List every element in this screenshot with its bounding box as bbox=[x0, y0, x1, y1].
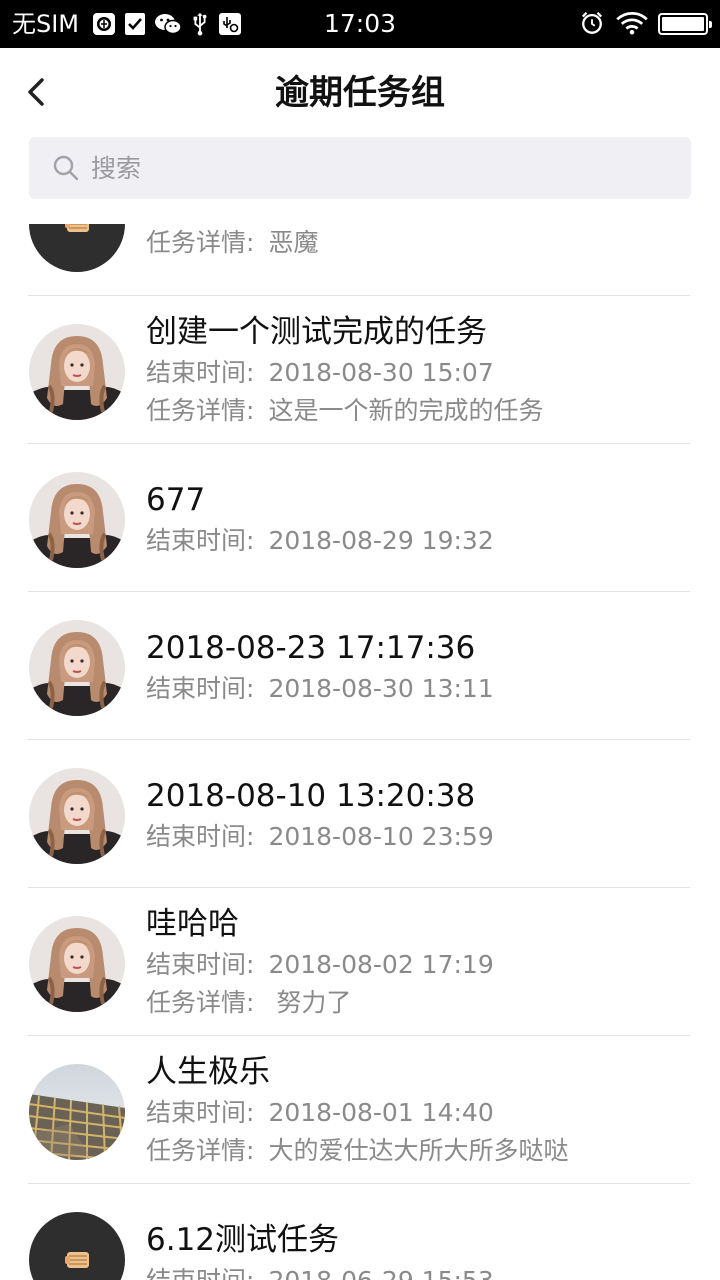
end-time-value: 2018-08-29 19:32 bbox=[268, 526, 494, 555]
detail-label: 任务详情: bbox=[146, 228, 255, 257]
task-end-time: 结束时间: 2018-06-29 15:53 bbox=[146, 1264, 494, 1280]
task-list-item[interactable]: 2018-08-23 17:17:36 结束时间: 2018-08-30 13:11 bbox=[0, 592, 720, 740]
page-title: 逾期任务组 bbox=[275, 73, 445, 113]
task-list-item[interactable]: 人生极乐结束时间: 2018-08-01 14:40 任务详情: 大的爱仕达大所大所多… bbox=[0, 1036, 720, 1184]
end-time-label: 结束时间: bbox=[146, 526, 255, 555]
avatar bbox=[29, 1064, 125, 1160]
task-title: 677 bbox=[146, 482, 206, 518]
avatar bbox=[29, 620, 125, 716]
avatar bbox=[29, 224, 125, 272]
avatar bbox=[29, 916, 125, 1012]
task-title: 2018-08-10 13:20:38 bbox=[146, 778, 476, 814]
alarm-icon bbox=[581, 12, 603, 34]
task-detail: 任务详情: 努力了 bbox=[146, 986, 351, 1020]
avatar bbox=[29, 768, 125, 864]
detail-label: 任务详情: bbox=[146, 396, 255, 425]
end-time-label: 结束时间: bbox=[146, 950, 255, 979]
avatar bbox=[29, 324, 125, 420]
task-list-item[interactable]: 2018-08-10 13:20:38 结束时间: 2018-08-10 23:59 bbox=[0, 740, 720, 888]
detail-label: 任务详情: bbox=[146, 1136, 255, 1165]
task-detail: 任务详情: 恶魔 bbox=[146, 226, 318, 260]
end-time-value: 2018-08-02 17:19 bbox=[268, 950, 494, 979]
task-end-time: 结束时间: 2018-08-02 17:19 bbox=[146, 948, 494, 982]
navigation-bar: 逾期任务组 bbox=[0, 48, 720, 136]
end-time-label: 结束时间: bbox=[146, 822, 255, 851]
battery-icon bbox=[658, 13, 712, 35]
clock-time: 17:03 bbox=[323, 9, 397, 38]
task-list-item[interactable]: 结束时间:2018-06-29 15:33任务详情:恶魔 bbox=[0, 224, 720, 296]
task-title: 人生极乐 bbox=[146, 1054, 270, 1090]
avatar bbox=[29, 472, 125, 568]
end-time-label: 结束时间: bbox=[146, 358, 255, 387]
task-detail: 任务详情: 这是一个新的完成的任务 bbox=[146, 394, 543, 428]
detail-value: 这是一个新的完成的任务 bbox=[268, 396, 544, 425]
detail-value: 恶魔 bbox=[268, 228, 319, 257]
end-time-value: 2018-06-29 15:53 bbox=[268, 1266, 493, 1280]
task-end-time: 结束时间: 2018-08-30 13:11 bbox=[146, 672, 494, 706]
detail-label: 任务详情: bbox=[146, 988, 255, 1017]
end-time-label: 结束时间: bbox=[146, 674, 255, 703]
task-end-time: 结束时间: 2018-08-30 15:07 bbox=[146, 356, 494, 390]
end-time-value: 2018-08-30 15:07 bbox=[268, 358, 494, 387]
task-detail: 任务详情: 大的爱仕达大所大所多哒哒 bbox=[146, 1134, 568, 1168]
end-time-value: 2018-08-30 13:11 bbox=[268, 674, 494, 703]
task-list-item[interactable]: 6.12测试任务结束时间: 2018-06-29 15:53 bbox=[0, 1184, 720, 1280]
task-title: 6.12测试任务 bbox=[146, 1222, 340, 1258]
search-bar[interactable] bbox=[29, 137, 691, 199]
task-end-time: 结束时间: 2018-08-01 14:40 bbox=[146, 1096, 494, 1130]
end-time-value: 2018-08-01 14:40 bbox=[268, 1098, 494, 1127]
status-bar: 无SIM 17:03 bbox=[0, 0, 720, 48]
detail-value: 努力了 bbox=[268, 988, 352, 1017]
task-list-item[interactable]: 677 结束时间: 2018-08-29 19:32 bbox=[0, 444, 720, 592]
search-input[interactable] bbox=[91, 145, 671, 191]
task-title: 哇哈哈 bbox=[146, 906, 239, 942]
task-list-item[interactable]: 创建一个测试完成的任务结束时间: 2018-08-30 15:07 任务详情: 这是一… bbox=[0, 296, 720, 444]
wifi-icon bbox=[616, 12, 648, 35]
end-time-label: 结束时间: bbox=[146, 1098, 255, 1127]
task-end-time: 结束时间: 2018-08-10 23:59 bbox=[146, 820, 494, 854]
end-time-value: 2018-08-10 23:59 bbox=[268, 822, 494, 851]
end-time-label: 结束时间: bbox=[146, 1266, 254, 1280]
task-end-time: 结束时间: 2018-08-29 19:32 bbox=[146, 524, 494, 558]
task-title: 2018-08-23 17:17:36 bbox=[146, 630, 476, 666]
task-list[interactable]: 结束时间:2018-06-29 15:33任务详情:恶魔 创建一个测试完成的任务… bbox=[0, 224, 720, 1280]
task-title: 创建一个测试完成的任务 bbox=[146, 314, 487, 350]
task-list-item[interactable]: 哇哈哈结束时间: 2018-08-02 17:19 任务详情: 努力了 bbox=[0, 888, 720, 1036]
search-icon bbox=[53, 155, 79, 181]
detail-value: 大的爱仕达大所大所多哒哒 bbox=[268, 1136, 569, 1165]
avatar bbox=[29, 1212, 125, 1280]
